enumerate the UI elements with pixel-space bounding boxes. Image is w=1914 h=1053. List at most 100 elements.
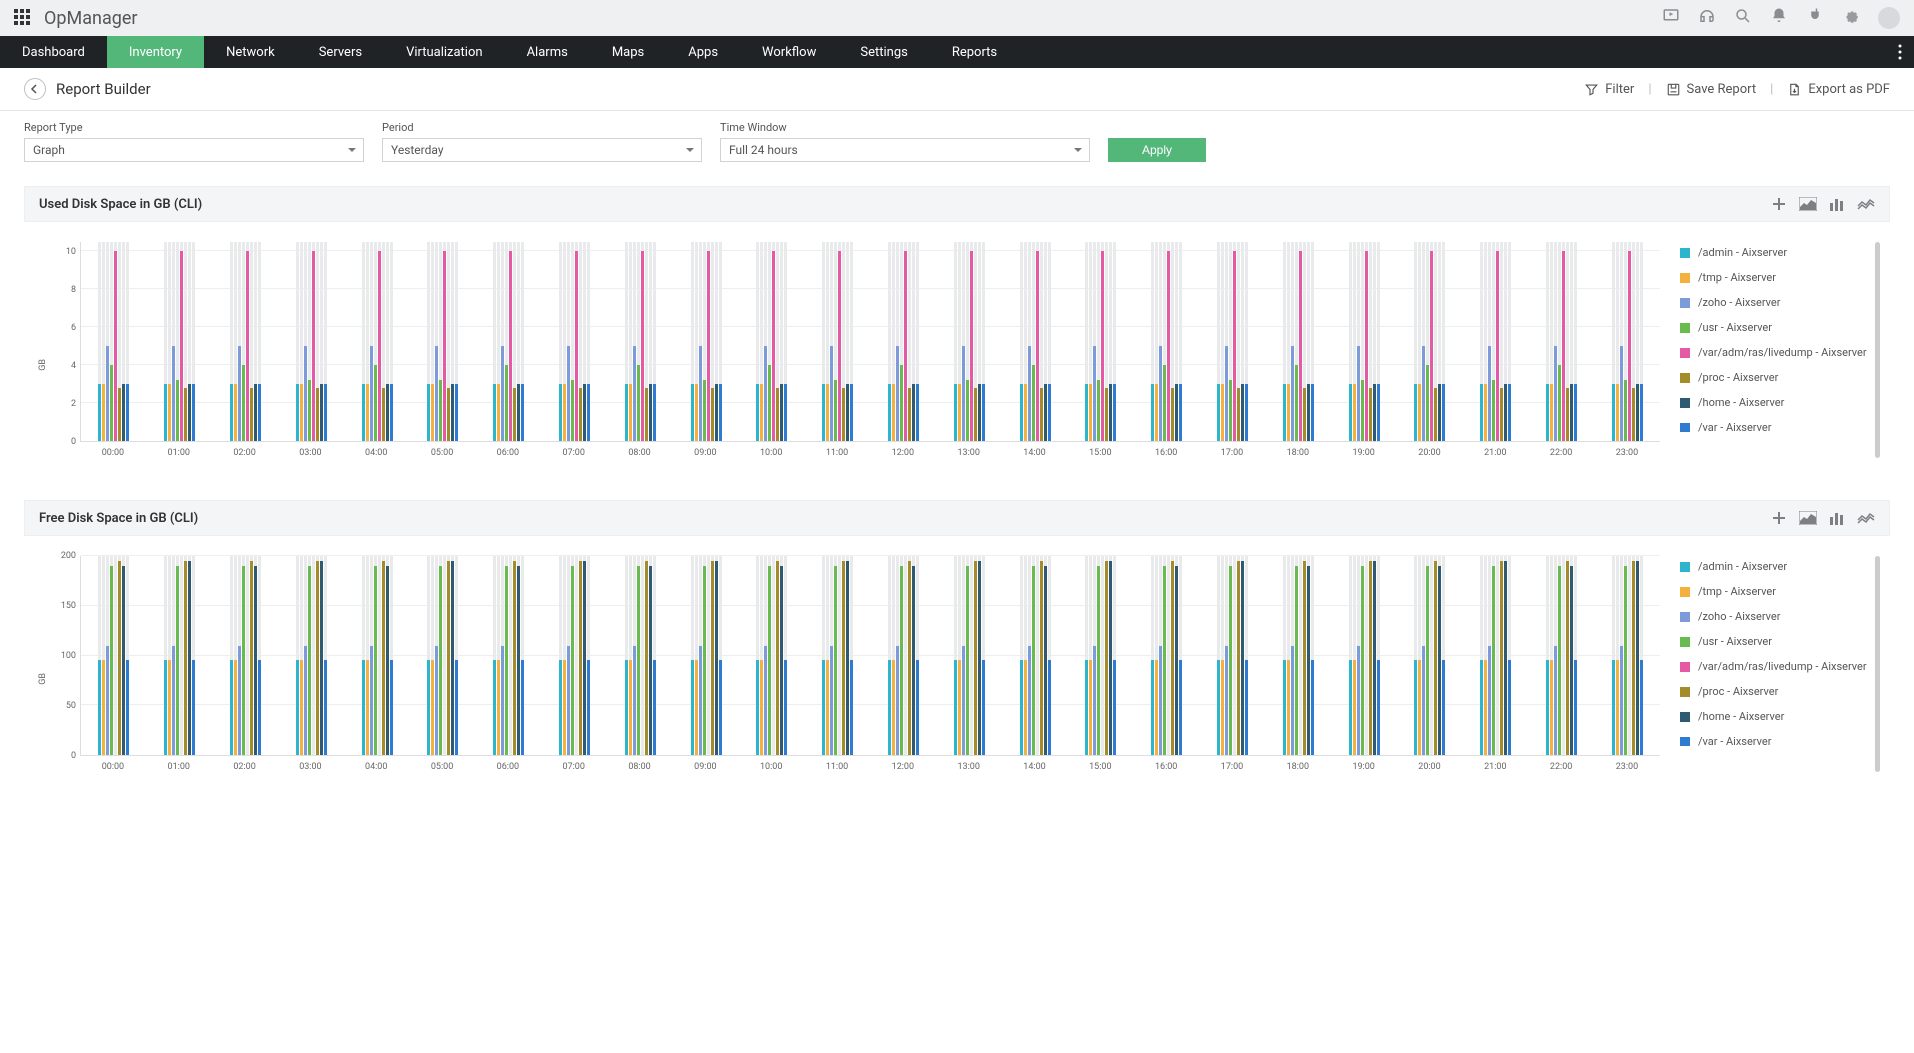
main-nav: DashboardInventoryNetworkServersVirtuali… [0,36,1914,68]
legend-scrollbar[interactable] [1875,242,1880,458]
legend-label: /home - Aixserver [1698,396,1784,409]
legend-swatch [1680,348,1690,358]
legend-swatch [1680,587,1690,597]
nav-item-apps[interactable]: Apps [666,36,740,68]
nav-item-settings[interactable]: Settings [838,36,929,68]
monitor-icon[interactable] [1662,7,1680,29]
legend-label: /home - Aixserver [1698,710,1784,723]
nav-item-workflow[interactable]: Workflow [740,36,838,68]
legend-scrollbar[interactable] [1875,556,1880,772]
legend-item[interactable]: /home - Aixserver [1680,396,1880,409]
period-select[interactable]: Yesterday [382,138,702,162]
legend-item[interactable]: /usr - Aixserver [1680,635,1880,648]
legend-item[interactable]: /zoho - Aixserver [1680,296,1880,309]
legend-swatch [1680,373,1690,383]
chart-plot [80,556,1660,756]
headset-icon[interactable] [1698,7,1716,29]
x-tick: 04:00 [343,756,409,772]
x-tick: 10:00 [738,756,804,772]
legend-swatch [1680,423,1690,433]
bar-chart-icon[interactable] [1829,511,1845,525]
legend-swatch [1680,398,1690,408]
x-tick: 03:00 [277,442,343,458]
report-type-select[interactable]: Graph [24,138,364,162]
legend-item[interactable]: /proc - Aixserver [1680,371,1880,384]
legend-item[interactable]: /var/adm/ras/livedump - Aixserver [1680,660,1880,673]
line-chart-icon[interactable] [1857,512,1875,524]
nav-item-inventory[interactable]: Inventory [107,36,204,68]
filter-button[interactable]: Filter [1584,82,1634,97]
separator: | [1648,82,1651,97]
legend-item[interactable]: /tmp - Aixserver [1680,271,1880,284]
nav-item-virtualization[interactable]: Virtualization [384,36,505,68]
nav-item-alarms[interactable]: Alarms [505,36,590,68]
legend-item[interactable]: /proc - Aixserver [1680,685,1880,698]
bell-icon[interactable] [1770,7,1788,29]
chart-legend: /admin - Aixserver/tmp - Aixserver/zoho … [1680,556,1880,746]
x-tick: 20:00 [1397,442,1463,458]
add-icon[interactable] [1771,196,1787,212]
x-tick: 17:00 [1199,756,1265,772]
area-chart-icon[interactable] [1799,511,1817,525]
legend-item[interactable]: /zoho - Aixserver [1680,610,1880,623]
bar-chart-icon[interactable] [1829,197,1845,211]
add-icon[interactable] [1771,510,1787,526]
app-header: OpManager [0,0,1914,36]
legend-swatch [1680,273,1690,283]
page-title: Report Builder [56,80,151,98]
export-pdf-button[interactable]: Export as PDF [1787,82,1890,97]
avatar[interactable] [1878,7,1900,29]
legend-label: /var/adm/ras/livedump - Aixserver [1698,346,1867,359]
x-tick: 21:00 [1462,442,1528,458]
legend-item[interactable]: /var - Aixserver [1680,735,1880,746]
y-tick: 0 [71,751,76,761]
x-tick: 07:00 [541,442,607,458]
save-report-button[interactable]: Save Report [1666,82,1757,97]
x-tick: 13:00 [936,756,1002,772]
legend-item[interactable]: /usr - Aixserver [1680,321,1880,334]
legend-item[interactable]: /var/adm/ras/livedump - Aixserver [1680,346,1880,359]
x-tick: 18:00 [1265,756,1331,772]
legend-item[interactable]: /var - Aixserver [1680,421,1880,432]
legend-label: /zoho - Aixserver [1698,296,1780,309]
legend-swatch [1680,298,1690,308]
nav-overflow-icon[interactable] [1898,36,1902,68]
save-report-label: Save Report [1687,82,1757,97]
line-chart-icon[interactable] [1857,198,1875,210]
legend-label: /proc - Aixserver [1698,685,1778,698]
legend-label: /proc - Aixserver [1698,371,1778,384]
x-tick: 14:00 [1002,442,1068,458]
x-tick: 23:00 [1594,756,1660,772]
legend-item[interactable]: /admin - Aixserver [1680,560,1880,573]
apply-button[interactable]: Apply [1108,138,1206,162]
legend-item[interactable]: /home - Aixserver [1680,710,1880,723]
legend-item[interactable]: /admin - Aixserver [1680,246,1880,259]
legend-item[interactable]: /tmp - Aixserver [1680,585,1880,598]
x-tick: 01:00 [146,756,212,772]
legend-label: /tmp - Aixserver [1698,585,1776,598]
legend-label: /zoho - Aixserver [1698,610,1780,623]
y-tick: 8 [71,285,76,295]
legend-label: /admin - Aixserver [1698,246,1787,259]
apps-grid-icon[interactable] [14,9,32,27]
nav-item-dashboard[interactable]: Dashboard [0,36,107,68]
page-toolbar: Report Builder Filter | Save Report | Ex… [0,68,1914,111]
x-tick: 20:00 [1397,756,1463,772]
nav-item-network[interactable]: Network [204,36,297,68]
nav-item-maps[interactable]: Maps [590,36,666,68]
legend-swatch [1680,687,1690,697]
y-tick: 4 [71,361,76,371]
plug-icon[interactable] [1806,7,1824,29]
legend-label: /usr - Aixserver [1698,635,1772,648]
gear-icon[interactable] [1842,7,1860,29]
nav-item-servers[interactable]: Servers [297,36,384,68]
area-chart-icon[interactable] [1799,197,1817,211]
nav-item-reports[interactable]: Reports [930,36,1019,68]
x-tick: 09:00 [672,756,738,772]
x-tick: 12:00 [870,756,936,772]
x-tick: 19:00 [1331,442,1397,458]
time-window-select[interactable]: Full 24 hours [720,138,1090,162]
search-icon[interactable] [1734,7,1752,29]
x-tick: 14:00 [1002,756,1068,772]
back-button[interactable] [24,78,46,100]
